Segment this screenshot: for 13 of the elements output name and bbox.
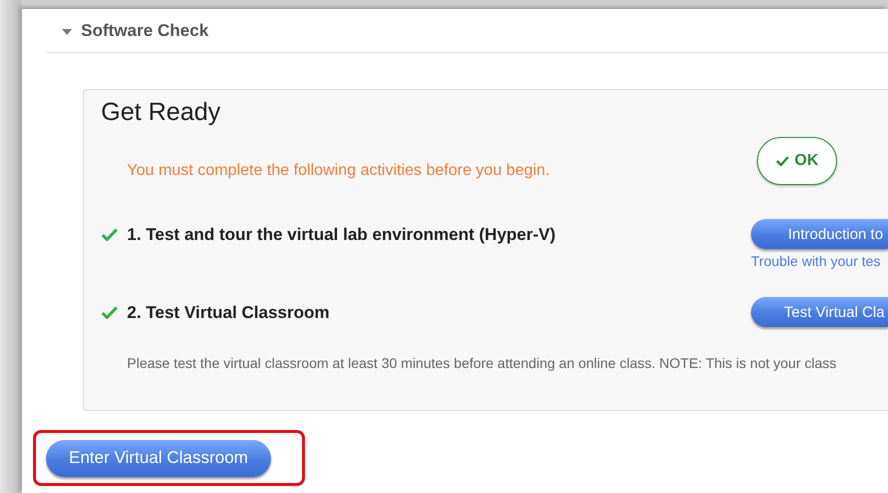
- activity-button[interactable]: Test Virtual Cla: [751, 297, 888, 327]
- activity-note: Please test the virtual classroom at least 30 minutes before attending an online class. NOTE: This is not your class: [126, 355, 838, 371]
- section-title[interactable]: Software Check: [81, 20, 209, 40]
- help-link[interactable]: Trouble with your tes: [751, 253, 888, 269]
- activity-title: 1. Test and tour the virtual lab environment (Hyper-V): [127, 225, 556, 245]
- enter-classroom-button[interactable]: Enter Virtual Classroom: [46, 440, 271, 476]
- card-title: Get Ready: [101, 98, 222, 128]
- notice-text: You must complete the following activities before you begin.: [126, 161, 550, 181]
- ok-button[interactable]: OK: [757, 137, 837, 185]
- caret-icon[interactable]: [62, 28, 72, 34]
- activity-title: 2. Test Virtual Classroom: [127, 303, 330, 323]
- check-icon: [776, 156, 788, 166]
- activity-button[interactable]: Introduction to: [751, 219, 888, 249]
